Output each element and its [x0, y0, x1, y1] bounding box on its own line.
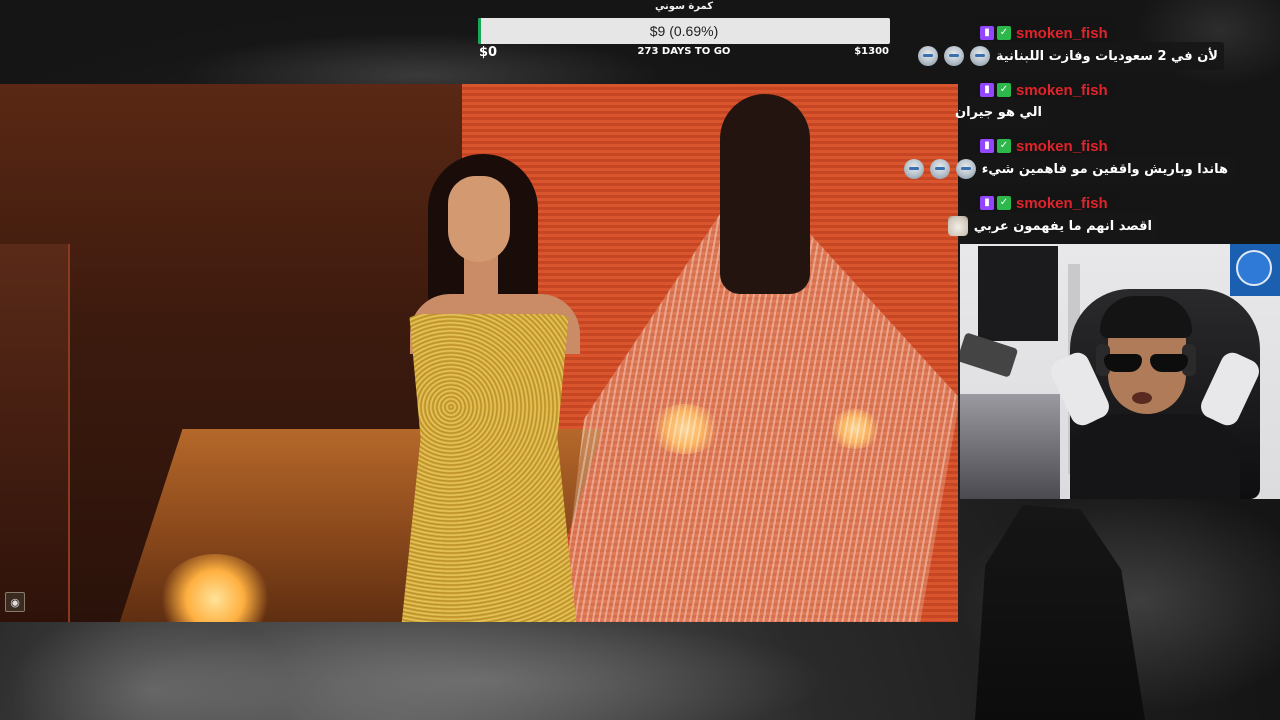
chat-username-tag[interactable]: ▮ ✓ smoken_fish: [976, 135, 1114, 157]
main-video-feed[interactable]: ◉: [0, 84, 958, 622]
sunglasses: [1102, 354, 1192, 374]
streamer-webcam: [960, 244, 1280, 499]
smiling-face-emote: [943, 46, 964, 66]
goal-progress-bar: $9 (0.69%): [478, 18, 890, 44]
streamer-mouth: [1132, 392, 1152, 404]
subscriber-badge-icon: ▮: [980, 196, 994, 210]
chat-message-text: اقصد انهم ما يفهمون عربي: [973, 218, 1152, 234]
presenter-in-gold-dress: [390, 154, 600, 622]
goal-target-value: $1300: [854, 46, 889, 57]
verified-check-badge-icon: ✓: [997, 83, 1011, 97]
subscriber-badge-icon: ▮: [980, 83, 994, 97]
chat-message: اقصد انهم ما يفهمون عربي: [947, 212, 1158, 240]
chat-message-text: هاندا وباريش واقفين مو فاهمين شيء: [981, 161, 1228, 177]
subscriber-badge-icon: ▮: [980, 139, 994, 153]
chat-message-text: لأن في 2 سعوديات وفازت اللبنانية: [995, 48, 1218, 64]
desk: [960, 394, 1060, 499]
dog-emote: [947, 216, 968, 236]
chat-message: لأن في 2 سعوديات وفازت اللبنانية: [917, 42, 1224, 70]
presenter-in-cape: [560, 94, 958, 622]
smiling-face-emote: [903, 159, 924, 179]
chat-username-tag[interactable]: ▮ ✓ smoken_fish: [976, 22, 1114, 44]
chat-username: smoken_fish: [1016, 24, 1108, 42]
chat-message: هاندا وباريش واقفين مو فاهمين شيء: [903, 155, 1234, 183]
donation-goal-widget: كمرة سوني $9 (0.69%) $0 273 DAYS TO GO $…: [478, 0, 890, 64]
streamer-body: [1070, 414, 1240, 499]
chat-username: smoken_fish: [1016, 81, 1108, 99]
goal-amount: $9 (0.69%): [649, 23, 719, 39]
verified-check-badge-icon: ✓: [997, 139, 1011, 153]
subscriber-badge-icon: ▮: [980, 26, 994, 40]
verified-check-badge-icon: ✓: [997, 26, 1011, 40]
wall-tv: [978, 246, 1058, 341]
chat-overlay: ▮ ✓ smoken_fish لأن في 2 سعوديات وفازت اللب…: [903, 0, 1280, 244]
chat-message-text: الي هو جيران: [954, 104, 1042, 120]
football-poster: [1230, 244, 1280, 296]
smiling-face-emote: [955, 159, 976, 179]
smiling-face-emote: [969, 46, 990, 66]
chat-username-tag[interactable]: ▮ ✓ smoken_fish: [976, 192, 1114, 214]
chat-username: smoken_fish: [1016, 137, 1108, 155]
smiling-face-emote: [929, 159, 950, 179]
verified-check-badge-icon: ✓: [997, 196, 1011, 210]
goal-days-remaining: 273 DAYS TO GO: [637, 46, 731, 57]
broadcaster-logo-icon: ◉: [5, 592, 25, 612]
stage-panel: [0, 244, 70, 622]
streamer-hair: [1100, 296, 1192, 338]
chat-message: الي هو جيران: [955, 98, 1048, 126]
background-rock-figure: [975, 505, 1145, 720]
smiling-face-emote: [917, 46, 938, 66]
chat-username: smoken_fish: [1016, 194, 1108, 212]
goal-title: كمرة سوني: [654, 1, 714, 12]
